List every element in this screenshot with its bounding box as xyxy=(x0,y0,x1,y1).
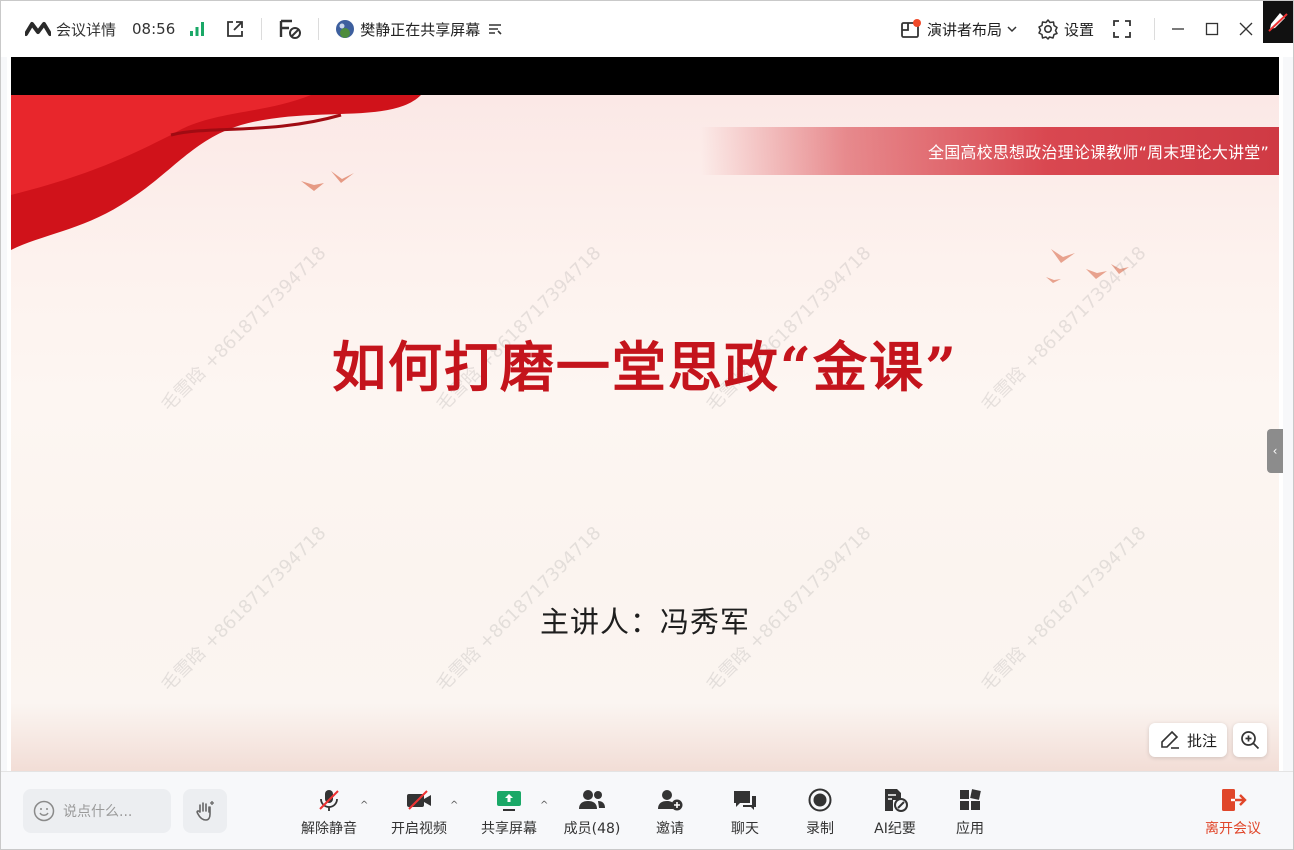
share-screen-button[interactable]: 共享屏幕 xyxy=(474,786,544,840)
close-button[interactable] xyxy=(1229,1,1263,57)
ai-minutes-icon xyxy=(885,789,908,812)
chevron-left-icon: ‹ xyxy=(1272,444,1278,458)
meeting-time: 08:56 xyxy=(132,20,176,38)
sharing-status[interactable]: 樊静正在共享屏幕 xyxy=(335,1,503,57)
settings-label: 设置 xyxy=(1063,20,1094,39)
title-bar: 会议详情 08:56 樊静正在共享屏幕 演讲者布局 设置 xyxy=(1,1,1293,57)
chat-bubble-icon xyxy=(734,791,756,810)
shared-screen: 全国高校思想政治理论课教师“周末理论大讲堂” 毛雪晗 +861871739471… xyxy=(7,57,1283,771)
record-icon xyxy=(808,788,832,812)
chat-label: 聊天 xyxy=(731,821,759,837)
record-button[interactable]: 录制 xyxy=(785,786,855,840)
chevron-down-icon xyxy=(1007,25,1017,33)
raise-hand-icon xyxy=(196,801,214,821)
title-separator xyxy=(318,18,320,40)
slide-title: 如何打磨一堂思政“金课” xyxy=(331,335,959,399)
close-icon xyxy=(1239,22,1253,36)
maximize-button[interactable] xyxy=(1195,1,1229,57)
start-video-button[interactable]: 开启视频 xyxy=(384,786,454,840)
meeting-details-label: 会议详情 xyxy=(56,20,117,39)
sharing-status-text: 樊静正在共享屏幕 xyxy=(360,20,481,39)
share-screen-icon xyxy=(497,791,521,811)
unmute-button[interactable]: 解除静音 xyxy=(294,786,364,840)
red-flag-decoration xyxy=(11,95,421,250)
meeting-window: 会议详情 08:56 樊静正在共享屏幕 演讲者布局 设置 全国高校思想政治理论课… xyxy=(0,0,1294,850)
sharer-avatar xyxy=(335,19,355,39)
ai-minutes-label: AI纪要 xyxy=(874,821,916,837)
title-separator xyxy=(1154,18,1155,40)
share-letterbox xyxy=(11,57,1279,95)
network-signal-icon[interactable] xyxy=(189,21,205,37)
chat-button[interactable]: 聊天 xyxy=(710,786,780,840)
microphone-muted-icon xyxy=(319,790,339,811)
apps-button[interactable]: 应用 xyxy=(935,786,1005,840)
side-panel-toggle[interactable]: ‹ xyxy=(1267,429,1283,473)
annotate-label: 批注 xyxy=(1186,731,1217,750)
members-label: 成员(48) xyxy=(563,821,621,837)
pen-off-icon xyxy=(1268,13,1288,32)
apps-grid-icon xyxy=(960,789,981,810)
audio-options-caret[interactable]: ^ xyxy=(360,800,368,811)
presentation-slide: 全国高校思想政治理论课教师“周末理论大讲堂” 毛雪晗 +861871739471… xyxy=(11,95,1279,771)
tencent-meeting-logo-icon xyxy=(25,21,51,37)
annotate-button[interactable]: 批注 xyxy=(1149,723,1227,757)
layout-icon xyxy=(900,19,922,39)
add-user-icon xyxy=(658,790,683,811)
start-video-label: 开启视频 xyxy=(391,821,447,837)
leave-meeting-label: 离开会议 xyxy=(1205,821,1261,837)
doves-decoration-right xyxy=(1046,249,1129,283)
presenter-layout-button[interactable]: 演讲者布局 xyxy=(900,1,1017,57)
leave-icon xyxy=(1222,789,1247,811)
zoom-in-icon xyxy=(1241,731,1260,750)
invite-label: 邀请 xyxy=(656,821,684,837)
record-label: 录制 xyxy=(806,821,834,837)
sharing-menu-icon xyxy=(487,22,503,36)
members-button[interactable]: 成员(48) xyxy=(557,786,627,840)
video-options-caret[interactable]: ^ xyxy=(450,800,458,811)
ai-minutes-button[interactable]: AI纪要 xyxy=(860,786,930,840)
emoji-icon xyxy=(33,800,55,822)
quick-chat-input[interactable]: 说点什么... xyxy=(23,789,171,833)
minimize-icon xyxy=(1172,28,1184,30)
minimize-button[interactable] xyxy=(1161,1,1195,57)
share-screen-label: 共享屏幕 xyxy=(481,821,537,837)
drawing-tool-tag[interactable] xyxy=(1263,1,1293,43)
doves-decoration xyxy=(301,171,354,191)
bottom-toolbar: 说点什么... 解除静音 ^ 开启视频 ^ 共享屏幕 ^ 成员(48) 邀请 聊… xyxy=(1,771,1293,849)
slide-banner-text: 全国高校思想政治理论课教师“周末理论大讲堂” xyxy=(928,143,1269,162)
maximize-icon xyxy=(1205,22,1219,36)
slide-banner: 全国高校思想政治理论课教师“周末理论大讲堂” xyxy=(701,127,1279,175)
title-separator xyxy=(261,18,263,40)
leave-meeting-button[interactable]: 离开会议 xyxy=(1196,786,1270,840)
camera-off-icon xyxy=(407,790,431,810)
meeting-details-button[interactable]: 会议详情 xyxy=(25,1,116,57)
gear-icon xyxy=(1037,18,1059,40)
zoom-button[interactable] xyxy=(1233,723,1267,757)
slide-presenter: 主讲人：冯秀军 xyxy=(539,605,750,639)
raise-hand-button[interactable] xyxy=(183,789,227,833)
unmute-label: 解除静音 xyxy=(301,821,357,837)
presenter-layout-label: 演讲者布局 xyxy=(926,20,1002,39)
fullscreen-icon[interactable] xyxy=(1112,19,1132,39)
settings-button[interactable]: 设置 xyxy=(1037,1,1094,57)
apps-label: 应用 xyxy=(956,821,984,837)
chat-placeholder: 说点什么... xyxy=(63,804,133,820)
pen-icon xyxy=(1161,730,1179,749)
open-external-icon[interactable] xyxy=(225,19,245,39)
invite-button[interactable]: 邀请 xyxy=(635,786,705,840)
members-icon xyxy=(579,790,605,809)
security-icon[interactable] xyxy=(278,18,302,40)
share-options-caret[interactable]: ^ xyxy=(540,800,548,811)
